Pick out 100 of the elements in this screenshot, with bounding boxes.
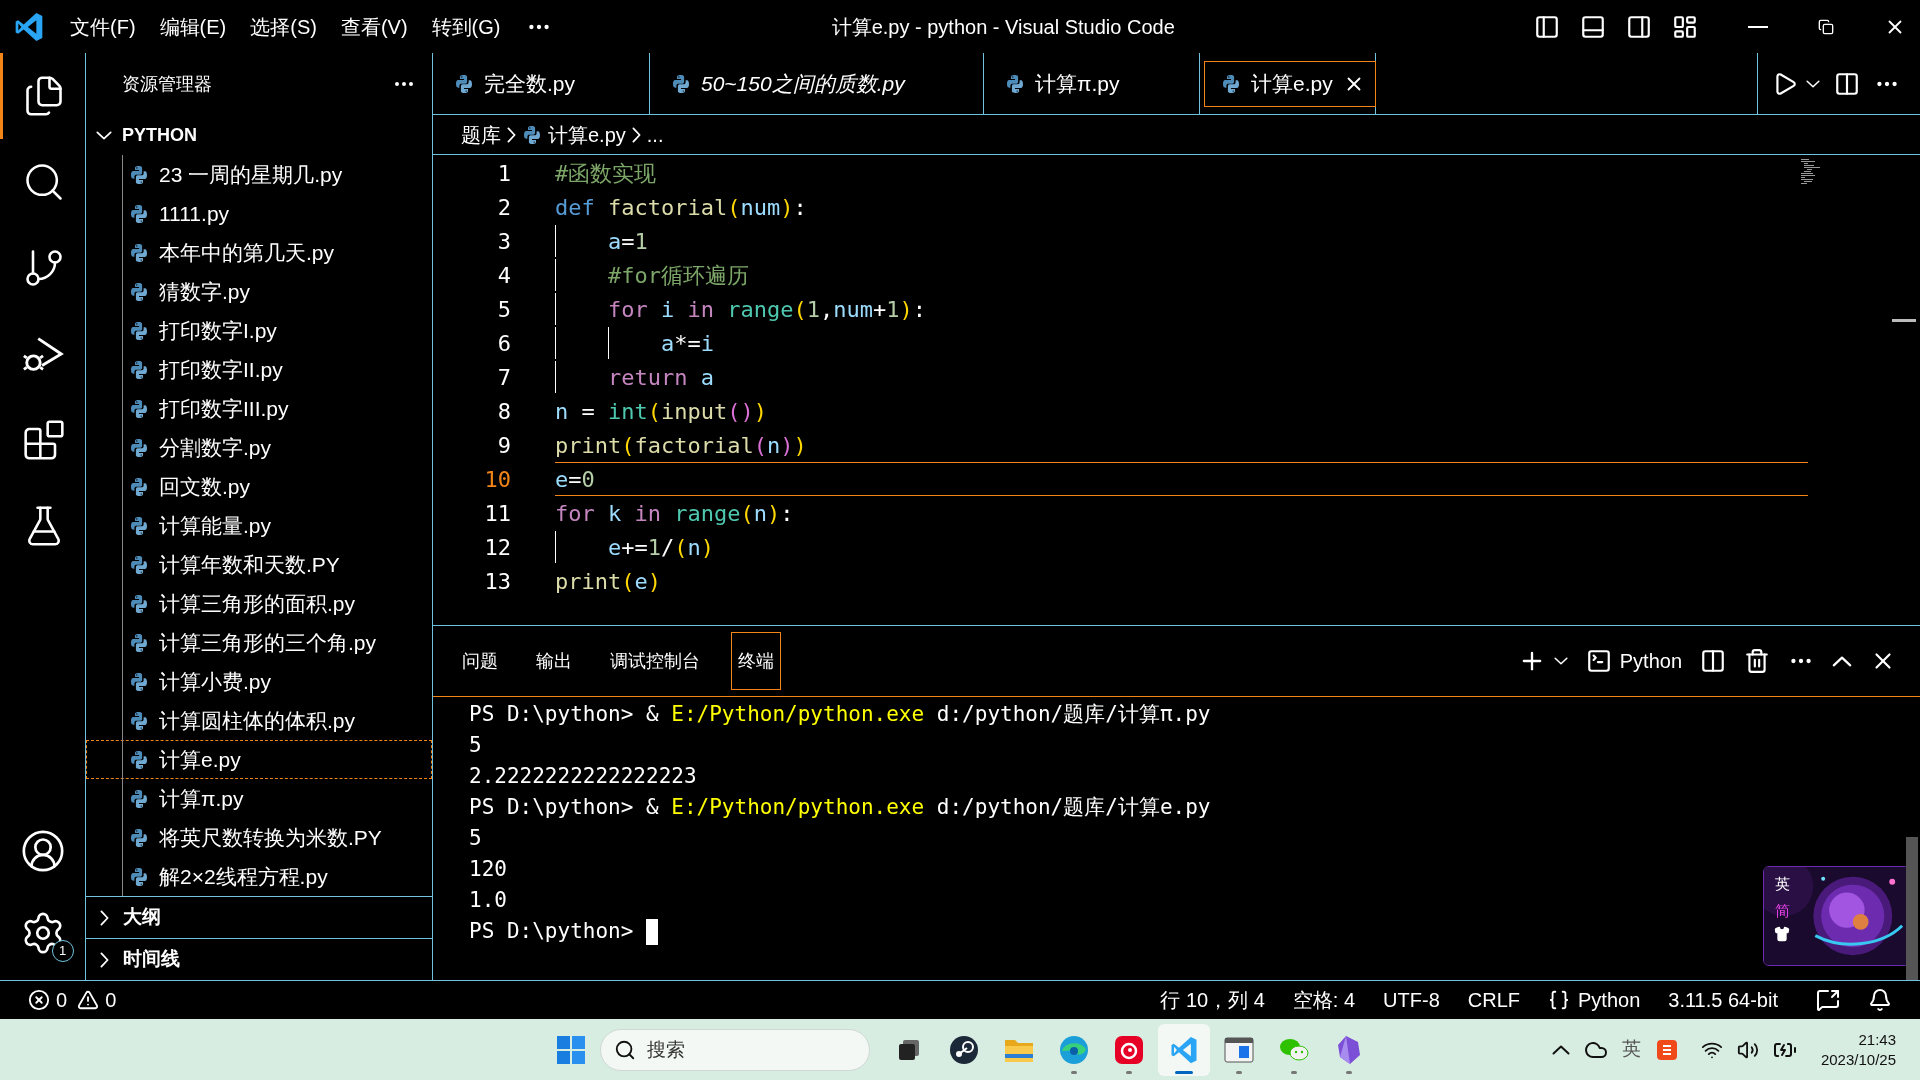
code-line: def factorial(num): — [555, 193, 807, 222]
shirt-icon[interactable] — [1774, 926, 1790, 942]
scrollbar[interactable] — [1906, 837, 1918, 980]
menu-item[interactable]: 编辑(E) — [147, 11, 239, 42]
file-item[interactable]: 计算三角形的三个角.py — [86, 623, 432, 662]
terminal-line: 1.0 — [469, 886, 507, 914]
file-type-icon — [129, 437, 149, 458]
file-type-icon — [522, 124, 542, 145]
chevron-down-icon[interactable] — [1553, 657, 1568, 665]
status-item[interactable]: 空格: 4 — [1292, 985, 1356, 1015]
status-item[interactable]: UTF-8 — [1383, 985, 1440, 1015]
app-tray-icon[interactable] — [1654, 1037, 1679, 1062]
line-number: 3 — [496, 227, 511, 256]
terminal-line: 120 — [469, 855, 507, 883]
code-line: a=1 — [555, 225, 648, 257]
code-line: #for循环遍历 — [555, 259, 749, 291]
breadcrumb-item[interactable]: ... — [646, 119, 664, 150]
code-line: for i in range(1,num+1): — [555, 293, 926, 325]
ime-mode[interactable]: 英 — [1774, 873, 1790, 896]
warning-icon — [77, 989, 100, 1011]
file-type-icon — [129, 632, 149, 653]
file-item[interactable]: 猜数字.py — [86, 272, 432, 311]
code-line: n = int(input()) — [555, 397, 767, 426]
file-type-icon — [129, 359, 149, 380]
minimize-icon[interactable] — [1748, 25, 1768, 28]
scrollbar[interactable] — [1892, 319, 1916, 322]
file-item[interactable]: 回文数.py — [86, 467, 432, 506]
restore-icon[interactable] — [1818, 18, 1834, 35]
split-editor-icon[interactable] — [1834, 70, 1860, 97]
feedback-icon[interactable] — [1816, 988, 1840, 1012]
terminal-line: 5 — [469, 824, 482, 852]
language-status[interactable]: Python — [1548, 985, 1641, 1015]
file-type-icon — [129, 203, 149, 224]
interpreter-status[interactable]: 3.11.5 64-bit — [1668, 985, 1778, 1015]
file-item[interactable]: 计算小费.py — [86, 662, 432, 701]
section-header[interactable]: 大纲 — [86, 896, 432, 938]
chevron-right-icon — [100, 951, 109, 968]
editor-tab[interactable]: 50~150之间的质数.py — [654, 60, 979, 107]
breadcrumb-item[interactable]: 计算e.py — [548, 119, 626, 150]
file-item[interactable]: 计算年数和天数.PY — [86, 545, 432, 584]
section-header[interactable]: 时间线 — [86, 938, 432, 980]
layout-icon[interactable] — [1672, 13, 1698, 40]
file-item[interactable]: 将英尺数转换为米数.PY — [86, 818, 432, 857]
panel-tab[interactable]: 终端 — [731, 632, 781, 690]
breadcrumb-item[interactable]: 题库 — [461, 119, 501, 150]
sidebar-toggle-icon[interactable] — [1534, 13, 1560, 40]
secondary-sidebar-icon[interactable] — [1626, 13, 1652, 40]
file-item[interactable]: 打印数字I.py — [86, 311, 432, 350]
file-type-icon — [129, 749, 149, 770]
steam-icon — [949, 1034, 979, 1065]
file-type-icon — [129, 281, 149, 302]
file-item[interactable]: 打印数字III.py — [86, 389, 432, 428]
clock[interactable]: 21:43 2023/10/25 — [1820, 1029, 1896, 1070]
problems-status[interactable]: 0 0 — [28, 985, 117, 1015]
line-number: 5 — [496, 295, 511, 324]
maximize-panel-icon[interactable] — [1832, 655, 1852, 667]
file-type-icon — [129, 476, 149, 497]
trash-icon[interactable] — [1744, 648, 1770, 674]
line-number: 1 — [496, 159, 511, 188]
line-number: 6 — [496, 329, 511, 358]
file-item[interactable]: 打印数字II.py — [86, 350, 432, 389]
panel-tab[interactable]: 输出 — [529, 632, 579, 690]
chevron-down-icon — [96, 130, 112, 140]
file-item[interactable]: 计算e.py — [86, 740, 432, 779]
file-item[interactable]: 计算圆柱体的体积.py — [86, 701, 432, 740]
windows-logo — [556, 1034, 586, 1065]
status-item[interactable]: CRLF — [1467, 985, 1520, 1015]
file-type-icon — [129, 515, 149, 536]
editor-tab[interactable]: 完全数.py — [437, 60, 645, 107]
chevron-up-icon[interactable] — [1551, 1044, 1570, 1055]
search-field[interactable]: 搜索 — [600, 1028, 870, 1071]
panel-toggle-icon[interactable] — [1580, 13, 1606, 40]
menu-item[interactable]: 文件(F) — [58, 11, 148, 42]
chevron-down-icon[interactable] — [1806, 79, 1820, 88]
line-number: 12 — [483, 533, 511, 562]
editor-tab[interactable]: 计算π.py — [988, 60, 1195, 107]
menu-item[interactable]: 选择(S) — [238, 11, 329, 42]
file-item[interactable]: 解2×2线程方程.py — [86, 857, 432, 896]
panel-tab[interactable]: 调试控制台 — [603, 632, 707, 690]
file-item[interactable]: 计算能量.py — [86, 506, 432, 545]
code-line: #函数实现 — [555, 159, 657, 188]
file-item[interactable]: 本年中的第几天.py — [86, 233, 432, 272]
file-item[interactable]: 计算三角形的面积.py — [86, 584, 432, 623]
status-item[interactable]: 行 10，列 4 — [1160, 985, 1265, 1015]
file-item[interactable]: 1111.py — [86, 194, 432, 233]
panel-tab[interactable]: 问题 — [455, 632, 505, 690]
file-item[interactable]: 计算π.py — [86, 779, 432, 818]
editor-tab[interactable]: 计算e.py — [1204, 60, 1376, 107]
menu-item[interactable]: 查看(V) — [328, 11, 420, 42]
notifications-icon[interactable] — [1868, 988, 1892, 1012]
menu-item[interactable]: 转到(G) — [419, 11, 513, 42]
ime-script[interactable]: 简 — [1774, 899, 1790, 922]
terminal-profile[interactable]: Python — [1585, 646, 1682, 676]
file-item[interactable]: 分割数字.py — [86, 428, 432, 467]
terminal-line: PS D:\python> — [469, 917, 635, 945]
file-item[interactable]: 23 一周的星期几.py — [86, 155, 432, 194]
folder-header[interactable]: PYTHON — [86, 115, 432, 155]
split-terminal-icon[interactable] — [1700, 648, 1726, 674]
ime-indicator[interactable]: 英 — [1621, 1035, 1641, 1064]
code-line: print(e) — [555, 567, 661, 596]
